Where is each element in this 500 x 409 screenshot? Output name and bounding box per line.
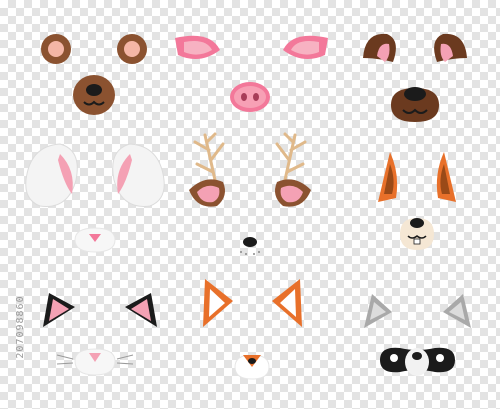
fox-mask: [203, 279, 302, 380]
fox-left-ear-icon: [203, 279, 233, 327]
deer-right-ear-icon: [275, 179, 311, 207]
deer-left-antler-icon: [193, 132, 225, 182]
squirrel-mask: [378, 152, 456, 250]
raccoon-mask: [364, 294, 471, 376]
bear-right-ear-icon: [117, 34, 147, 64]
squirrel-muzzle-icon: [400, 218, 434, 250]
bear-mask: [41, 34, 147, 115]
deer-mask: [189, 132, 311, 255]
rabbit-mask: [25, 143, 165, 253]
pig-left-ear-icon: [175, 35, 220, 59]
dog-left-ear-icon: [363, 33, 396, 62]
dog-mask: [363, 33, 467, 122]
rabbit-left-ear-icon: [25, 143, 78, 207]
stock-id-label: 207098860: [15, 295, 26, 359]
squirrel-right-ear-icon: [436, 152, 456, 202]
squirrel-left-ear-icon: [378, 152, 398, 202]
cat-muzzle-icon: [56, 348, 134, 376]
raccoon-mask-icon: [380, 347, 455, 376]
raccoon-right-ear-icon: [443, 294, 471, 328]
rabbit-nose-icon: [74, 227, 116, 253]
bear-muzzle-icon: [73, 75, 115, 115]
bear-left-ear-icon: [41, 34, 71, 64]
pig-snout-icon: [230, 82, 270, 112]
pig-right-ear-icon: [283, 35, 328, 59]
cat-right-ear-icon: [125, 293, 157, 327]
dog-muzzle-icon: [391, 87, 439, 122]
deer-nose-icon: [240, 237, 260, 255]
dog-right-ear-icon: [434, 33, 467, 62]
rabbit-right-ear-icon: [112, 143, 165, 207]
deer-right-antler-icon: [275, 132, 307, 182]
pig-mask: [175, 35, 328, 112]
deer-left-ear-icon: [189, 179, 225, 207]
cat-mask: [43, 293, 157, 376]
raccoon-left-ear-icon: [364, 294, 392, 328]
cat-left-ear-icon: [43, 293, 75, 327]
mask-sheet: 207098860: [0, 0, 500, 409]
fox-right-ear-icon: [272, 279, 302, 327]
fox-muzzle-icon: [234, 354, 270, 380]
